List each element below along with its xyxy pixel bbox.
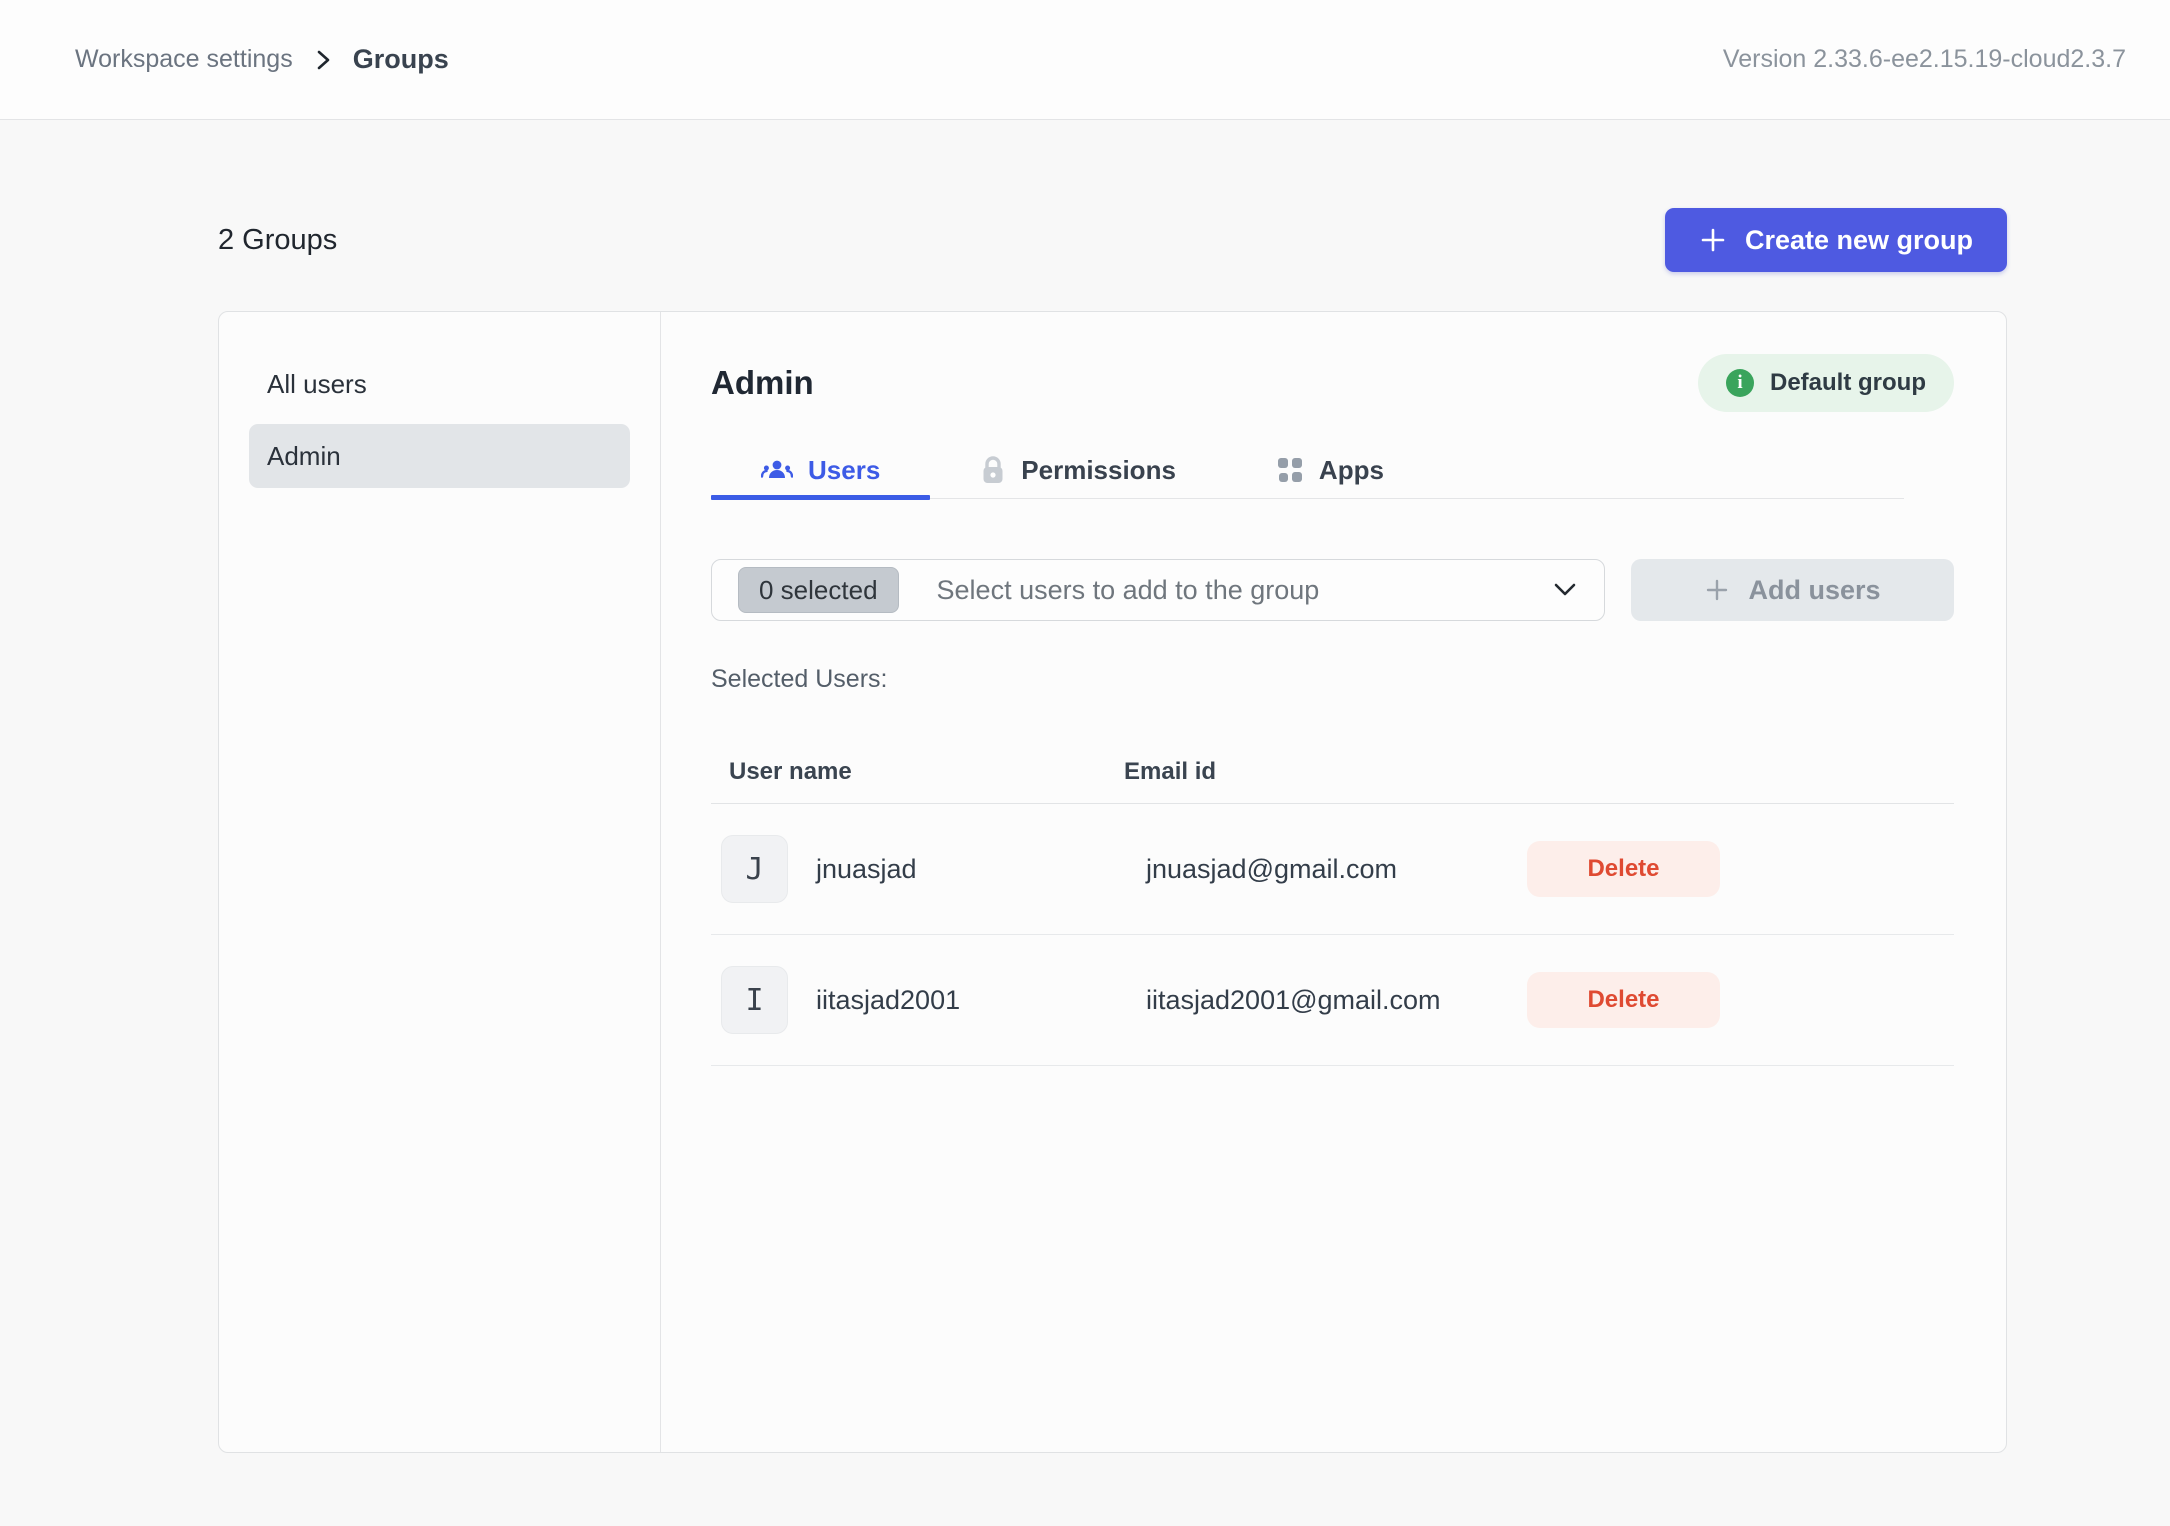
group-panel-header: Admin i Default group	[711, 352, 1954, 414]
plus-icon	[1699, 226, 1727, 254]
create-new-group-button[interactable]: Create new group	[1665, 208, 2007, 272]
tab-permissions-label: Permissions	[1021, 455, 1176, 486]
sidebar-item-admin[interactable]: Admin	[249, 424, 630, 488]
breadcrumb-workspace-settings[interactable]: Workspace settings	[75, 45, 293, 74]
sidebar-item-all-users[interactable]: All users	[249, 352, 630, 416]
table-header-row: User name Email id	[711, 740, 1954, 804]
top-header: Workspace settings Groups Version 2.33.6…	[0, 0, 2170, 120]
version-label: Version 2.33.6-ee2.15.19-cloud2.3.7	[1723, 45, 2126, 74]
chevron-right-icon	[313, 48, 333, 72]
selected-users-label: Selected Users:	[711, 665, 1954, 694]
default-group-badge: i Default group	[1698, 354, 1954, 412]
lock-icon	[980, 455, 1006, 485]
group-detail-panel: Admin i Default group	[661, 312, 2006, 1452]
column-header-email-id: Email id	[1124, 758, 1954, 786]
groups-sidebar: All users Admin	[219, 312, 661, 1452]
email-cell: iitasjad2001@gmail.com	[1124, 985, 1527, 1016]
user-name-cell: jnuasjad	[814, 854, 1124, 885]
tab-apps[interactable]: Apps	[1226, 442, 1434, 498]
plus-icon	[1704, 577, 1730, 603]
add-users-row: 0 selected Select users to add to the gr…	[711, 559, 1954, 621]
add-users-label: Add users	[1748, 575, 1880, 606]
email-cell: jnuasjad@gmail.com	[1124, 854, 1527, 885]
table-row: I iitasjad2001 iitasjad2001@gmail.com De…	[711, 935, 1954, 1066]
tab-permissions[interactable]: Permissions	[930, 442, 1226, 498]
user-select-placeholder: Select users to add to the group	[937, 575, 1320, 606]
avatar: I	[721, 966, 788, 1034]
breadcrumb: Workspace settings Groups	[75, 44, 449, 75]
user-select-dropdown[interactable]: 0 selected Select users to add to the gr…	[711, 559, 1605, 621]
group-tabs: Users Permissions	[711, 442, 1904, 499]
page-content: 2 Groups Create new group All users Admi…	[0, 208, 2170, 1453]
groups-count-heading: 2 Groups	[218, 224, 337, 257]
selected-users-table: User name Email id J jnuasjad jnuasjad@g…	[711, 740, 1954, 1066]
delete-user-button[interactable]: Delete	[1527, 841, 1720, 897]
chevron-down-icon	[1552, 581, 1578, 599]
add-users-button[interactable]: Add users	[1631, 559, 1954, 621]
apps-grid-icon	[1276, 456, 1304, 484]
delete-user-button[interactable]: Delete	[1527, 972, 1720, 1028]
create-new-group-label: Create new group	[1745, 225, 1973, 256]
info-icon: i	[1726, 369, 1754, 397]
tab-users[interactable]: Users	[711, 442, 930, 498]
tab-users-label: Users	[808, 455, 880, 486]
groups-toolbar: 2 Groups Create new group	[218, 208, 2007, 272]
selected-count-badge: 0 selected	[738, 567, 899, 613]
group-title: Admin	[711, 364, 814, 402]
groups-card: All users Admin Admin i Default group	[218, 311, 2007, 1453]
table-row: J jnuasjad jnuasjad@gmail.com Delete	[711, 804, 1954, 935]
breadcrumb-current: Groups	[353, 44, 449, 75]
users-icon	[761, 456, 793, 484]
tab-apps-label: Apps	[1319, 455, 1384, 486]
column-header-user-name: User name	[711, 758, 1124, 786]
avatar: J	[721, 835, 788, 903]
default-group-badge-label: Default group	[1770, 369, 1926, 397]
user-name-cell: iitasjad2001	[814, 985, 1124, 1016]
